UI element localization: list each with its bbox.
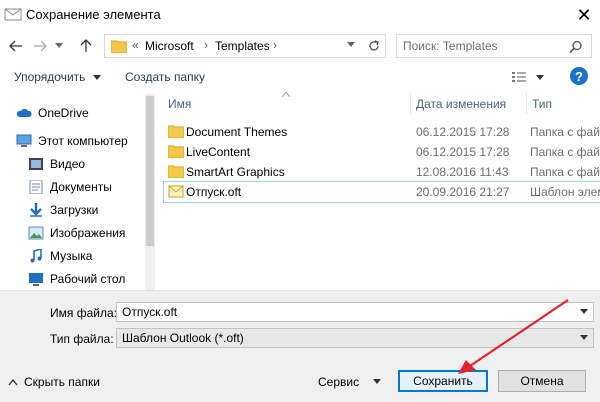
column-header-type[interactable]: Тип	[532, 97, 552, 111]
breadcrumb-separator: ›	[204, 38, 208, 52]
search-icon[interactable]	[569, 40, 583, 54]
folder-icon	[168, 125, 184, 138]
video-icon	[29, 158, 43, 170]
filename-input[interactable]: Отпуск.oft	[116, 302, 594, 322]
file-type: Шаблон элем	[530, 185, 600, 199]
folder-icon	[168, 145, 184, 158]
file-row-selected[interactable]: Отпуск.oft 20.09.2016 21:27 Шаблон элем	[163, 181, 600, 203]
hide-folders-label: Скрыть папки	[24, 375, 100, 389]
music-icon	[30, 249, 42, 263]
refresh-icon[interactable]	[367, 39, 381, 53]
filetype-label: Тип файла:	[50, 332, 114, 346]
file-row[interactable]: SmartArt Graphics 12.08.2016 11:43 Папка…	[164, 162, 600, 182]
organize-button[interactable]: Упорядочить	[14, 70, 101, 84]
sidebar-item-this-pc[interactable]: Этот компьютер	[16, 130, 164, 152]
folder-icon	[111, 40, 127, 53]
tools-label: Сервис	[318, 375, 360, 389]
file-date: 12.08.2016 11:43	[416, 165, 509, 179]
file-row[interactable]: Document Themes 06.12.2015 17:28 Папка с…	[164, 122, 600, 142]
sidebar-item-label: OneDrive	[38, 106, 89, 120]
file-name: Отпуск.oft	[186, 185, 242, 199]
tools-menu-button[interactable]: Сервис	[318, 375, 382, 389]
organize-label: Упорядочить	[14, 70, 86, 84]
chevron-down-icon[interactable]	[536, 75, 544, 81]
pictures-icon	[28, 226, 44, 240]
forward-button[interactable]	[30, 36, 50, 56]
downloads-icon	[30, 203, 42, 217]
sidebar-item-label: Рабочий стол	[50, 272, 126, 286]
cancel-button[interactable]: Отмена	[498, 370, 586, 392]
navigation-scrollbar[interactable]	[145, 94, 155, 290]
scrollbar-thumb[interactable]	[146, 96, 154, 246]
hide-folders-button[interactable]: Скрыть папки	[8, 375, 100, 389]
up-button[interactable]	[76, 36, 96, 56]
file-type: Папка с фай	[530, 165, 600, 179]
command-bar: Упорядочить Создать папку ?	[0, 62, 600, 92]
sidebar-item-onedrive[interactable]: OneDrive	[16, 102, 164, 124]
filetype-select[interactable]: Шаблон Outlook (*.oft)	[116, 328, 594, 348]
file-row[interactable]: LiveContent 06.12.2015 17:28 Папка с фай	[164, 142, 600, 162]
filename-label: Имя файла:	[50, 306, 117, 320]
address-overflow[interactable]: «	[132, 38, 139, 52]
arrow-up-icon	[80, 39, 92, 52]
chevron-up-icon	[8, 378, 18, 385]
sidebar-item-label: Этот компьютер	[38, 134, 128, 148]
back-button[interactable]	[6, 36, 26, 56]
close-button[interactable]: ✕	[568, 0, 600, 30]
cloud-icon	[16, 108, 32, 117]
breadcrumb-templates[interactable]: Templates	[215, 39, 270, 53]
computer-icon	[16, 134, 32, 147]
sidebar-item-label: Музыка	[50, 249, 93, 263]
desktop-icon	[29, 273, 43, 286]
folder-icon	[168, 165, 184, 178]
outlook-app-icon	[4, 8, 22, 21]
sidebar-item-label: Документы	[50, 180, 112, 194]
column-header-name[interactable]: Имя	[168, 97, 191, 111]
file-type: Папка с фай	[530, 145, 600, 159]
search-input[interactable]: Поиск: Templates	[403, 39, 498, 53]
file-date: 06.12.2015 17:28	[416, 125, 510, 139]
arrow-right-icon	[34, 40, 47, 52]
documents-icon	[29, 180, 43, 194]
sort-ascending-icon	[282, 92, 290, 97]
file-date: 06.12.2015 17:28	[416, 145, 510, 159]
chevron-down-icon[interactable]	[580, 335, 588, 341]
chevron-down-icon[interactable]	[347, 42, 355, 48]
file-type: Папка с фай	[530, 125, 600, 139]
arrow-left-icon	[9, 40, 22, 52]
breadcrumb-microsoft[interactable]: Microsoft	[145, 39, 194, 53]
chevron-down-icon	[373, 379, 382, 384]
close-icon: ✕	[576, 4, 592, 25]
chevron-down-icon[interactable]	[580, 309, 588, 315]
address-bar[interactable]: « Microsoft › Templates ›	[104, 34, 386, 58]
file-name: SmartArt Graphics	[186, 165, 285, 179]
search-box[interactable]: Поиск: Templates	[396, 34, 592, 58]
file-date: 20.09.2016 21:27	[416, 185, 510, 199]
outlook-template-icon	[168, 185, 184, 198]
column-divider[interactable]	[410, 92, 411, 114]
sidebar-item-label: Видео	[50, 157, 86, 171]
column-divider[interactable]	[526, 92, 527, 114]
new-folder-button[interactable]: Создать папку	[125, 70, 205, 84]
save-button[interactable]: Сохранить	[398, 370, 488, 392]
recent-locations-button[interactable]	[52, 36, 66, 56]
filetype-value: Шаблон Outlook (*.oft)	[122, 331, 244, 345]
chevron-down-icon	[92, 75, 101, 80]
breadcrumb-separator: ›	[273, 38, 277, 52]
chevron-down-icon	[55, 43, 63, 48]
navigation-pane: OneDrive Этот компьютер Видео Документы …	[0, 92, 160, 290]
file-name: Document Themes	[186, 125, 288, 139]
sidebar-item-label: Загрузки	[50, 203, 99, 217]
view-options-icon[interactable]	[512, 72, 526, 82]
sidebar-item-label: Изображения	[50, 226, 126, 240]
title-bar: Сохранение элемента ✕	[0, 0, 600, 30]
file-name: LiveContent	[186, 145, 251, 159]
help-button[interactable]: ?	[570, 67, 588, 85]
filename-value: Отпуск.oft	[122, 305, 178, 319]
window-title: Сохранение элемента	[26, 7, 161, 22]
column-header-date[interactable]: Дата изменения	[416, 97, 506, 111]
